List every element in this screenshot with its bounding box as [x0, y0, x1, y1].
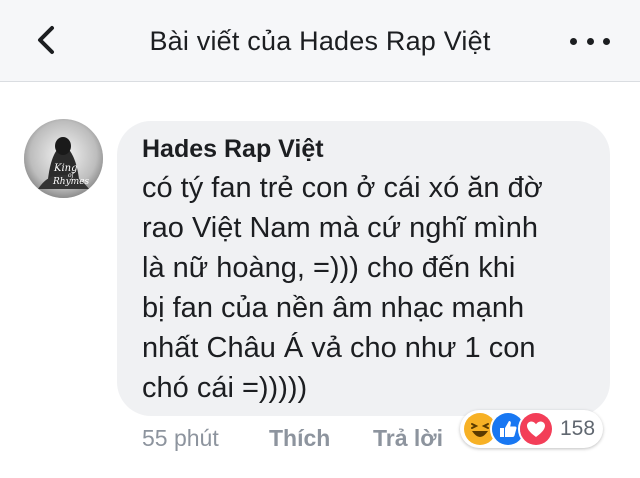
comment-line: nhất Châu Á vả cho như 1 con — [142, 332, 536, 364]
comment-line: có tý fan trẻ con ở cái xó ăn đờ — [142, 172, 543, 204]
comment-line: rao Việt Nam mà cứ nghĩ mình — [142, 212, 539, 244]
avatar[interactable]: King of Rhymes — [24, 119, 103, 198]
more-horizontal-icon — [570, 37, 577, 45]
comment-text: có tý fan trẻ con ở cái xó ăn đờ rao Việ… — [142, 168, 612, 408]
comment-author[interactable]: Hades Rap Việt — [142, 135, 324, 164]
love-icon — [518, 411, 554, 447]
comment-line: chó cái =))))) — [142, 372, 308, 404]
like-button[interactable]: Thích — [269, 425, 330, 452]
page-title: Bài viết của Hades Rap Việt — [149, 26, 491, 56]
avatar-text-3: Rhymes — [52, 177, 90, 187]
reply-button[interactable]: Trả lời — [373, 425, 443, 452]
more-dot — [586, 37, 594, 45]
comment-line: bị fan của nền âm nhạc mạnh — [142, 292, 525, 324]
comment-line: là nữ hoàng, =))) cho đến khi — [142, 252, 516, 284]
more-dot — [603, 37, 610, 45]
top-navigation-bar: Bài viết của Hades Rap Việt — [0, 0, 640, 82]
comment-timestamp[interactable]: 55 phút — [142, 425, 219, 452]
reaction-count: 158 — [560, 417, 596, 440]
more-options-button[interactable] — [570, 26, 610, 56]
reactions-summary[interactable]: 158 — [460, 410, 604, 448]
